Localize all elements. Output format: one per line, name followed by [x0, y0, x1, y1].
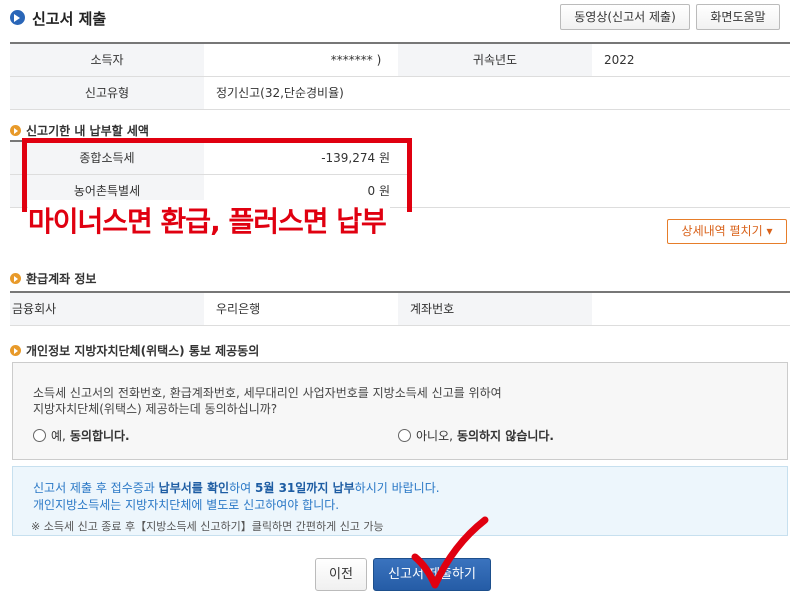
arrow-circle-icon [10, 10, 25, 25]
screen-help-button[interactable]: 화면도움말 [696, 4, 780, 30]
taxpayer-label: 소득자 [10, 43, 204, 77]
consent-question: 소득세 신고서의 전화번호, 환급계좌번호, 세무대리인 사업자번호를 지방소득… [33, 386, 502, 416]
table-row: 금융회사 우리은행 계좌번호 [10, 292, 790, 326]
account-number-label: 계좌번호 [398, 292, 592, 326]
report-type-label: 신고유형 [10, 76, 204, 110]
consent-no-radio[interactable]: 아니오, 동의하지 않습니다. [398, 427, 554, 444]
submit-report-button[interactable]: 신고서 제출하기 [373, 558, 491, 591]
tax-section-title: 신고기한 내 납부할 세액 [10, 122, 149, 139]
video-guide-button[interactable]: 동영상(신고서 제출) [560, 4, 690, 30]
report-type-value: 정기신고(32,단순경비율) [204, 76, 790, 110]
account-number-value [592, 292, 790, 326]
table-row: 신고유형 정기신고(32,단순경비율) [10, 76, 790, 110]
annotation-text: 마이너스면 환급, 플러스면 납부 [28, 200, 390, 240]
radio-circle-icon[interactable] [398, 429, 411, 442]
consent-yes-radio[interactable]: 예, 동의합니다. [33, 427, 130, 444]
year-label: 귀속년도 [398, 43, 592, 77]
bank-value: 우리은행 [204, 292, 398, 326]
notice-line-3: ※ 소득세 신고 종료 후【지방소득세 신고하기】클릭하면 간편하게 신고 가능 [31, 520, 384, 533]
consent-box: 소득세 신고서의 전화번호, 환급계좌번호, 세무대리인 사업자번호를 지방소득… [12, 362, 788, 460]
notice-line-2: 개인지방소득세는 지방자치단체에 별도로 신고하여야 합니다. [33, 498, 340, 512]
year-value: 2022 [592, 43, 790, 77]
notice-line-1: 신고서 제출 후 접수증과 납부서를 확인하여 5월 31일까지 납부하시기 바… [33, 481, 440, 495]
taxpayer-summary-table: 소득자 ******* ) 귀속년도 2022 신고유형 정기신고(32,단순경… [10, 42, 790, 110]
notice-box: 신고서 제출 후 접수증과 납부서를 확인하여 5월 31일까지 납부하시기 바… [12, 466, 788, 536]
table-row: 소득자 ******* ) 귀속년도 2022 [10, 43, 790, 77]
orange-bullet-icon [10, 125, 21, 136]
radio-circle-icon[interactable] [33, 429, 46, 442]
divider [410, 207, 790, 208]
refund-account-table: 금융회사 우리은행 계좌번호 [10, 291, 790, 326]
expand-details-button[interactable]: 상세내역 펼치기 ▾ [667, 219, 787, 244]
orange-bullet-icon [10, 345, 21, 356]
previous-button[interactable]: 이전 [315, 558, 367, 591]
orange-bullet-icon [10, 273, 21, 284]
refund-section-title: 환급계좌 정보 [10, 270, 96, 287]
taxpayer-value: ******* ) [204, 43, 398, 77]
consent-section-title: 개인정보 지방자치단체(위택스) 통보 제공동의 [10, 342, 259, 359]
bank-label: 금융회사 [10, 292, 204, 326]
page-title: 신고서 제출 [32, 10, 107, 28]
